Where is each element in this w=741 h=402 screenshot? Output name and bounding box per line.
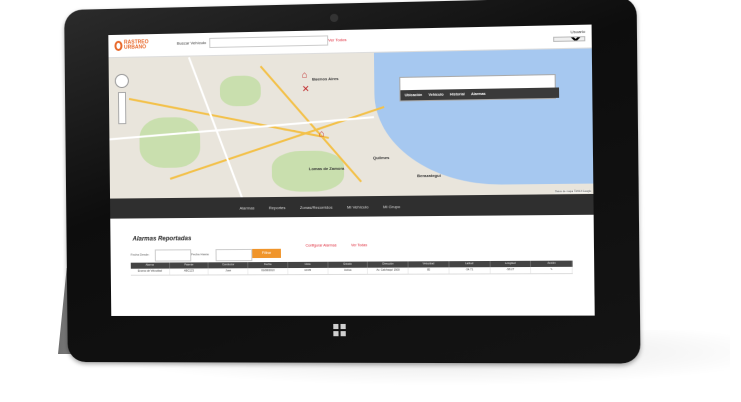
from-date-label: Fecha Desde: [131,253,150,257]
user-label[interactable]: Usuario [553,29,585,35]
river-area [374,48,594,185]
tab-vehicle[interactable]: Vehículo [428,93,443,97]
map-zoom-control[interactable] [118,92,126,124]
nav-item-zones[interactable]: Zonas/Recorridos [300,204,333,209]
map-city-label: Berazategui [417,173,441,178]
tab-location[interactable]: Ubicación [405,93,423,97]
camera-icon [330,14,338,22]
tablet-device: RASTREO URBANO Buscar Vehículo Ver Todos… [64,0,640,364]
table-row[interactable]: Exceso de Velocidad ABC123 Juan 01/08/20… [131,267,573,276]
filter-button[interactable]: Filtrar [252,249,281,258]
nav-item-my-vehicle[interactable]: Mi Vehículo [347,204,369,209]
map-city-label: Lomas de Zamora [309,166,344,172]
tab-history[interactable]: Historial [450,92,465,96]
nav-item-reports[interactable]: Reportes [269,205,286,210]
to-date-label: Fecha Hasta: [191,252,209,256]
map-attribution: Datos de mapa ©2013 Google [555,190,591,193]
logo-mark-icon [114,41,122,51]
map-park [220,75,261,106]
row-action-icon[interactable]: ✎ [531,267,572,273]
alarms-table: Alarma Patente Conductor Fecha Hora Esta… [131,261,573,276]
nav-item-alarms[interactable]: Alarmas [239,205,254,210]
page-title: Alarmas Reportadas [132,236,191,242]
from-date-input[interactable] [155,249,192,261]
to-date-input[interactable] [216,249,253,261]
user-area: Usuario [553,29,585,43]
map-park [139,117,200,168]
map-marker-icon[interactable]: ⌂ [319,129,328,138]
view-all-alarms-link[interactable]: Ver Todas [351,243,367,247]
map-pan-control[interactable] [115,74,129,88]
map-panel-tabs: Ubicación Vehículo Historial Alarmas [400,87,559,100]
app-logo[interactable]: RASTREO URBANO [114,38,148,53]
map-info-panel: Ubicación Vehículo Historial Alarmas [399,74,556,101]
vehicle-search-input[interactable] [209,35,328,48]
view-all-link[interactable]: Ver Todos [328,37,346,42]
windows-logo-icon[interactable] [333,324,346,336]
search-label: Buscar Vehículo [177,40,206,46]
map-marker-icon[interactable]: ⌂ [302,70,311,79]
app-screen: RASTREO URBANO Buscar Vehículo Ver Todos… [108,25,594,316]
map-view[interactable]: ⌂ ✕ ⌂ Buenos Aires Lomas de Zamora Quilm… [109,48,594,198]
configure-alarms-link[interactable]: Configurar Alarmas [306,243,337,247]
alarms-section: Alarmas Reportadas Fecha Desde: Fecha Ha… [110,215,594,316]
nav-item-my-group[interactable]: Mi Grupo [383,203,400,208]
map-marker-icon[interactable]: ✕ [302,85,311,94]
map-city-label: Quilmes [373,155,390,160]
user-select[interactable] [553,36,585,42]
tab-alarms[interactable]: Alarmas [471,92,486,96]
map-city-label: Buenos Aires [312,76,339,82]
